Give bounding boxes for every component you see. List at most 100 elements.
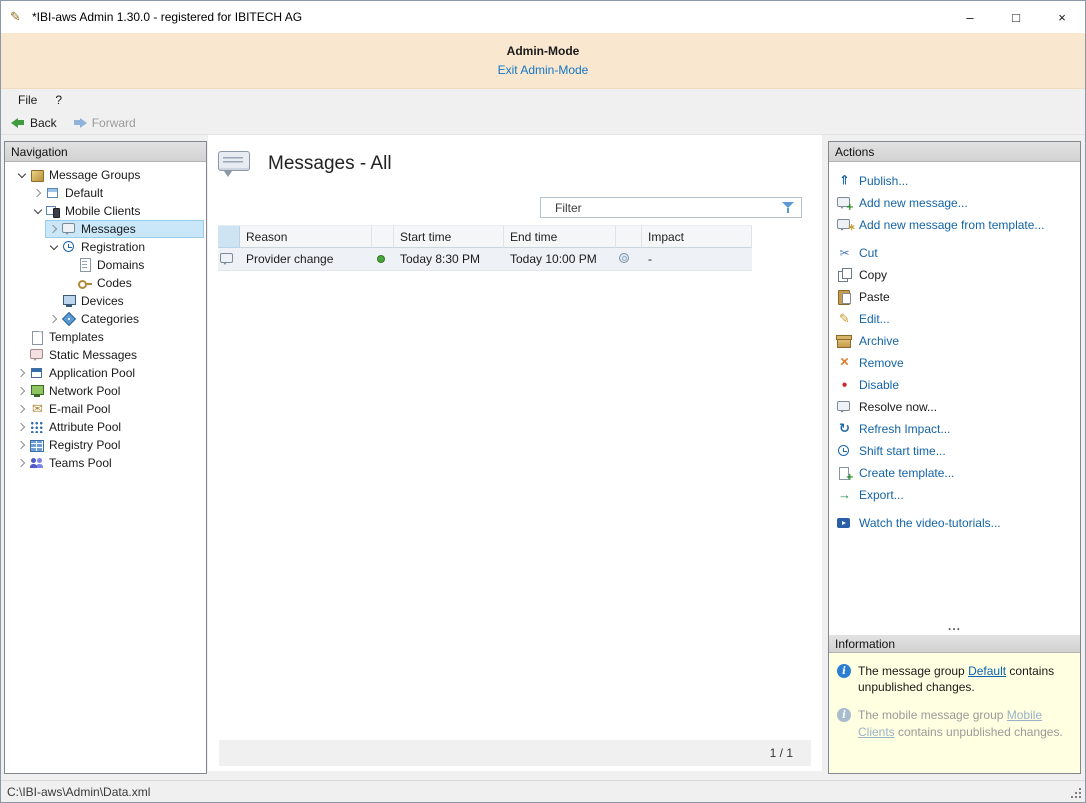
info-note-prefix: The message group xyxy=(858,664,968,678)
tree-item-templates[interactable]: Templates xyxy=(5,328,206,346)
menu-item-help[interactable]: ? xyxy=(46,90,71,110)
action-disable[interactable]: Disable xyxy=(829,374,1080,396)
tree-item-application-pool[interactable]: Application Pool xyxy=(5,364,206,382)
column-header-impact[interactable]: Impact xyxy=(642,226,752,248)
create-template-icon xyxy=(837,466,852,480)
column-header-start-time[interactable]: Start time xyxy=(394,226,504,248)
messages-title-icon xyxy=(218,149,252,179)
filter-box xyxy=(540,197,802,218)
app-icon xyxy=(9,9,25,25)
tree-item-e-mail-pool[interactable]: E-mail Pool xyxy=(5,400,206,418)
tree-item-message-groups[interactable]: Message Groups xyxy=(5,166,206,184)
chevron-right-icon[interactable] xyxy=(45,220,62,238)
menu-item-file[interactable]: File xyxy=(9,90,46,110)
tree-item-static-messages[interactable]: Static Messages xyxy=(5,346,206,364)
tree-item-inner: Message Groups xyxy=(13,166,204,184)
tree-item-default[interactable]: Default xyxy=(5,184,206,202)
tree-item-inner: Templates xyxy=(13,328,204,346)
action-archive[interactable]: Archive xyxy=(829,330,1080,352)
table-row[interactable]: Provider changeToday 8:30 PMToday 10:00 … xyxy=(218,248,752,271)
tree-item-network-pool[interactable]: Network Pool xyxy=(5,382,206,400)
column-header-reason[interactable]: Reason xyxy=(240,226,372,248)
categories-icon xyxy=(62,312,77,326)
action-refresh-impact[interactable]: Refresh Impact... xyxy=(829,418,1080,440)
tree-item-label: Registry Pool xyxy=(49,438,120,452)
tree-item-codes[interactable]: Codes xyxy=(5,274,206,292)
action-shift-start-time[interactable]: Shift start time... xyxy=(829,440,1080,462)
actions-header: Actions xyxy=(829,142,1080,162)
default-group-icon xyxy=(46,186,61,200)
tree-item-domains[interactable]: Domains xyxy=(5,256,206,274)
info-note-prefix: The mobile message group xyxy=(858,708,1007,722)
chevron-right-icon[interactable] xyxy=(29,184,46,202)
action-create-template[interactable]: Create template... xyxy=(829,462,1080,484)
forward-button[interactable]: Forward xyxy=(73,116,136,130)
window-controls: – □ × xyxy=(947,1,1085,33)
tree-item-label: Application Pool xyxy=(49,366,135,380)
action-edit[interactable]: Edit... xyxy=(829,308,1080,330)
messages-icon xyxy=(62,222,77,236)
actions-more-indicator[interactable]: ... xyxy=(948,619,961,635)
tree-item-categories[interactable]: Categories xyxy=(5,310,206,328)
info-note-link[interactable]: Default xyxy=(968,664,1006,678)
minimize-button[interactable]: – xyxy=(947,1,993,33)
resize-grip-icon[interactable] xyxy=(1070,787,1082,799)
chevron-right-icon[interactable] xyxy=(13,436,30,454)
tree-item-registry-pool[interactable]: Registry Pool xyxy=(5,436,206,454)
action-watch-the-video-tutorials[interactable]: Watch the video-tutorials... xyxy=(829,512,1080,534)
tree-item-label: Message Groups xyxy=(49,168,140,182)
exit-admin-mode-link[interactable]: Exit Admin-Mode xyxy=(498,63,589,77)
chevron-down-icon[interactable] xyxy=(13,166,30,184)
action-add-new-message[interactable]: Add new message... xyxy=(829,192,1080,214)
main-title-row: Messages - All xyxy=(218,149,392,179)
tree-item-label: E-mail Pool xyxy=(49,402,110,416)
action-label: Watch the video-tutorials... xyxy=(859,516,1001,530)
back-button[interactable]: Back xyxy=(11,116,57,130)
page-title: Messages - All xyxy=(268,153,392,175)
pager-bar: 1 / 1 xyxy=(219,740,811,766)
tree-item-messages[interactable]: Messages xyxy=(5,220,206,238)
chevron-right-icon[interactable] xyxy=(13,454,30,472)
action-cut[interactable]: Cut xyxy=(829,242,1080,264)
teams-pool-icon xyxy=(30,456,45,470)
chevron-down-icon[interactable] xyxy=(29,202,46,220)
tree-item-inner: Network Pool xyxy=(13,382,204,400)
back-arrow-icon xyxy=(11,118,25,128)
tree-item-label: Network Pool xyxy=(49,384,120,398)
resolve-icon xyxy=(837,400,852,414)
action-export[interactable]: Export... xyxy=(829,484,1080,506)
tree-item-devices[interactable]: Devices xyxy=(5,292,206,310)
content-area: Navigation Message GroupsDefaultMobile C… xyxy=(1,135,1085,780)
action-publish[interactable]: Publish... xyxy=(829,170,1080,192)
table-header-row: Reason Start timeEnd time Impact xyxy=(218,225,752,248)
window-title: *IBI-aws Admin 1.30.0 - registered for I… xyxy=(32,10,302,24)
action-resolve-now[interactable]: Resolve now... xyxy=(829,396,1080,418)
tree-item-mobile-clients[interactable]: Mobile Clients xyxy=(5,202,206,220)
tree-item-teams-pool[interactable]: Teams Pool xyxy=(5,454,206,472)
chevron-right-icon[interactable] xyxy=(13,418,30,436)
action-remove[interactable]: Remove xyxy=(829,352,1080,374)
archive-icon xyxy=(837,334,852,348)
action-copy[interactable]: Copy xyxy=(829,264,1080,286)
information-header: Information xyxy=(829,635,1080,653)
column-header-end-time[interactable]: End time xyxy=(504,226,616,248)
actions-panel: Actions Publish...Add new message...Add … xyxy=(828,141,1081,774)
chevron-down-icon[interactable] xyxy=(45,238,62,256)
tree-item-inner: Messages xyxy=(45,220,204,238)
chevron-right-icon[interactable] xyxy=(13,364,30,382)
video-icon xyxy=(837,516,852,530)
filter-input[interactable] xyxy=(540,197,802,218)
action-paste[interactable]: Paste xyxy=(829,286,1080,308)
filter-funnel-icon[interactable] xyxy=(781,200,795,214)
chevron-right-icon[interactable] xyxy=(45,310,62,328)
codes-icon xyxy=(78,276,93,290)
maximize-button[interactable]: □ xyxy=(993,1,1039,33)
chevron-right-icon[interactable] xyxy=(13,400,30,418)
table-body: Provider changeToday 8:30 PMToday 10:00 … xyxy=(218,248,752,271)
tree-item-registration[interactable]: Registration xyxy=(5,238,206,256)
action-label: Copy xyxy=(859,268,887,282)
action-add-new-message-from-template[interactable]: Add new message from template... xyxy=(829,214,1080,236)
close-button[interactable]: × xyxy=(1039,1,1085,33)
chevron-right-icon[interactable] xyxy=(13,382,30,400)
tree-item-attribute-pool[interactable]: Attribute Pool xyxy=(5,418,206,436)
